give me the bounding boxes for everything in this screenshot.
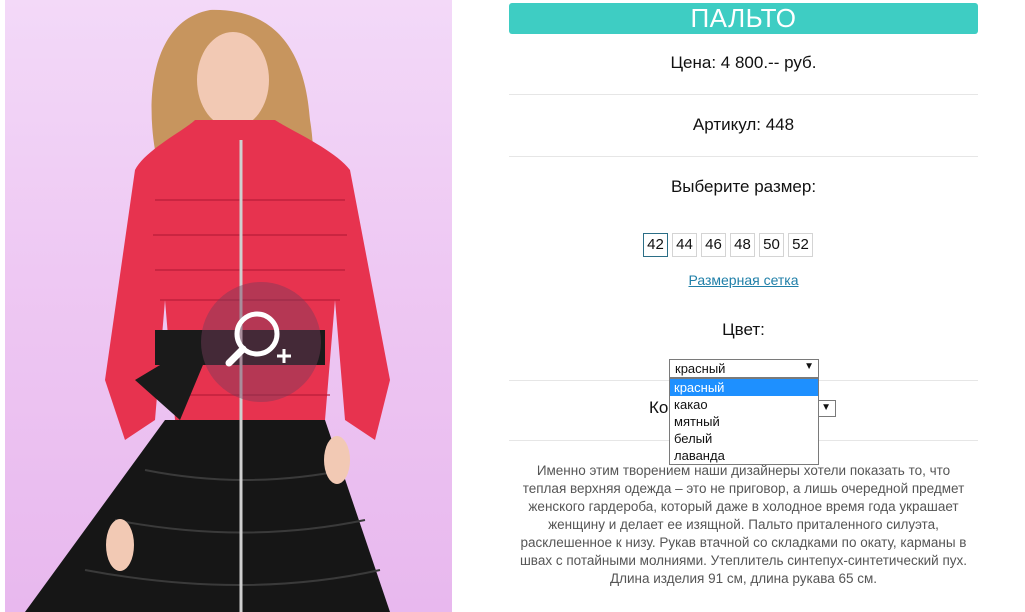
color-option-lavender[interactable]: лаванда	[670, 447, 818, 464]
size-prompt: Выберите размер:	[670, 177, 817, 196]
size-selector: 42 44 46 48 50 52	[643, 233, 813, 257]
product-price: Цена: 4 800.-- руб.	[670, 53, 817, 72]
size-option-44[interactable]: 44	[672, 233, 697, 257]
divider	[509, 156, 978, 157]
color-select[interactable]: красный ▼	[669, 359, 819, 378]
product-title: ПАЛЬТО	[509, 3, 978, 34]
color-label: Цвет:	[722, 320, 765, 339]
size-option-46[interactable]: 46	[701, 233, 726, 257]
size-option-48[interactable]: 48	[730, 233, 755, 257]
color-option-white[interactable]: белый	[670, 430, 818, 447]
color-option-mint[interactable]: мятный	[670, 413, 818, 430]
color-dropdown-list: красный какао мятный белый лаванда	[669, 378, 819, 465]
color-select-value: красный	[675, 361, 726, 376]
triangle-down-icon: ▼	[804, 361, 814, 372]
size-option-42[interactable]: 42	[643, 233, 668, 257]
product-article: Артикул: 448	[692, 115, 795, 134]
triangle-down-icon: ▼	[821, 402, 831, 413]
size-chart-link[interactable]: Размерная сетка	[509, 272, 978, 288]
magnifier-plus-icon	[225, 311, 291, 367]
color-option-red[interactable]: красный	[670, 379, 818, 396]
size-option-50[interactable]: 50	[759, 233, 784, 257]
size-option-52[interactable]: 52	[788, 233, 813, 257]
product-photo[interactable]	[5, 0, 452, 612]
zoom-button[interactable]	[201, 282, 321, 402]
color-option-cocoa[interactable]: какао	[670, 396, 818, 413]
quantity-label: Ко	[649, 398, 669, 417]
divider	[509, 94, 978, 95]
product-details: ПАЛЬТО Цена: 4 800.-- руб. Артикул: 448 …	[509, 0, 978, 612]
product-description: Именно этим творением наши дизайнеры хот…	[519, 463, 968, 586]
